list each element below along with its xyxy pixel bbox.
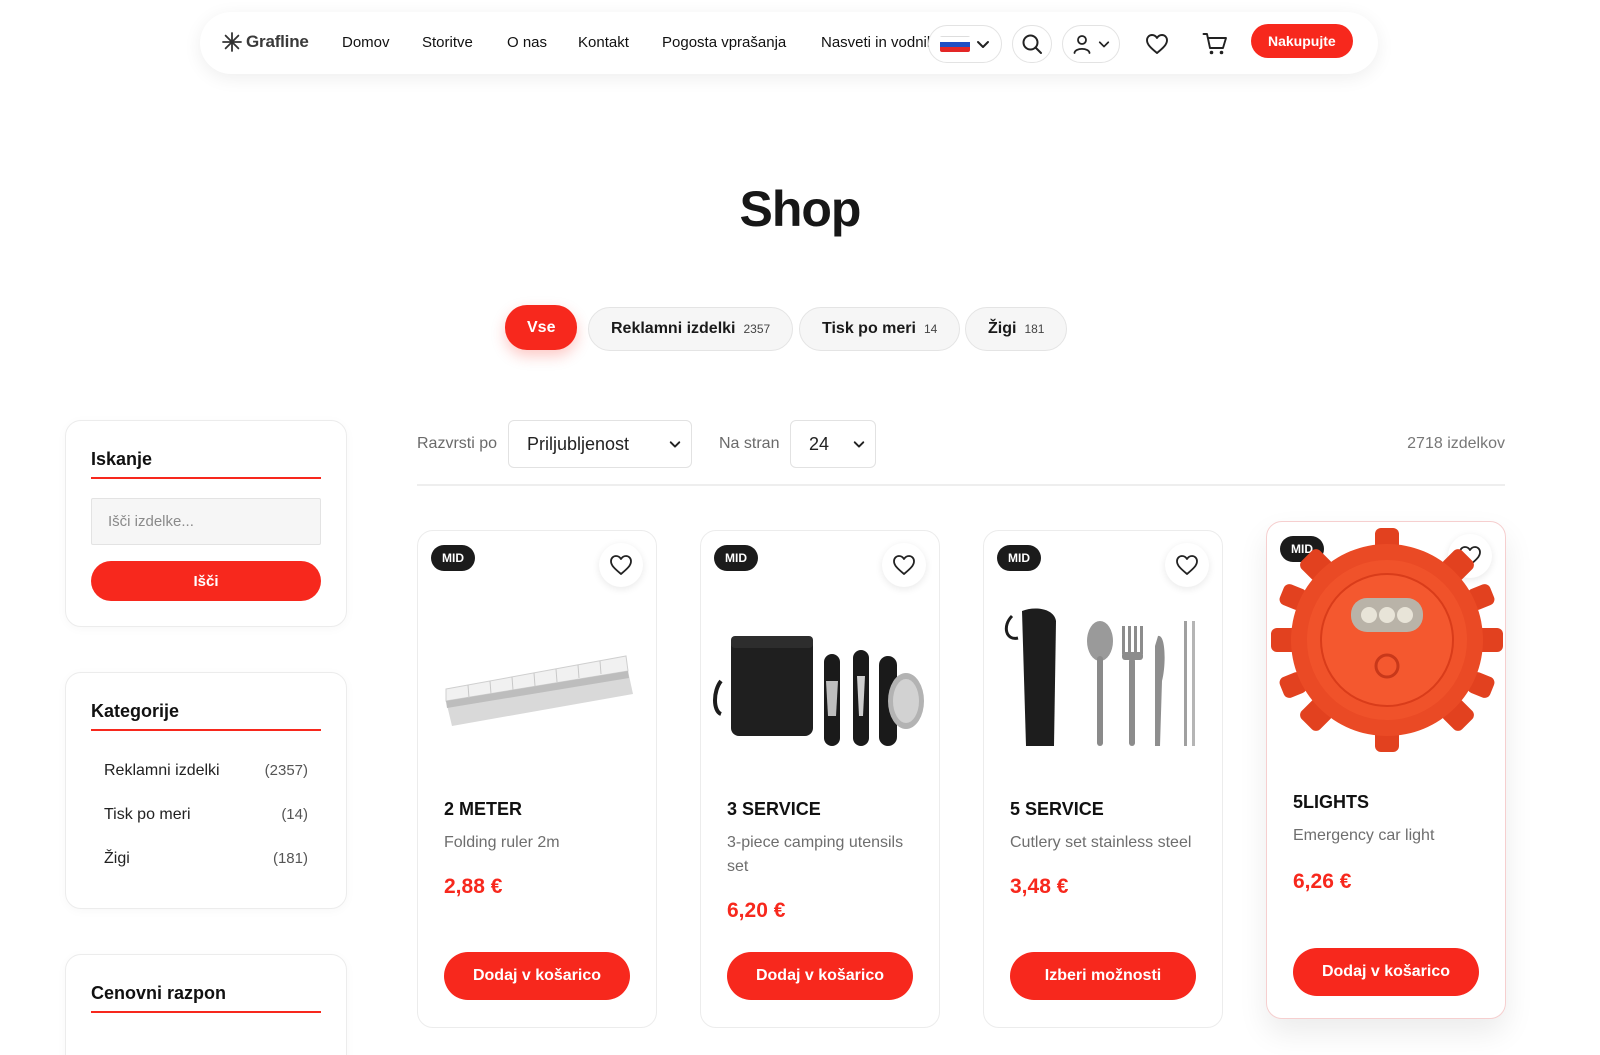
per-page-select[interactable]: 24: [790, 420, 876, 468]
product-badge: MID: [431, 545, 475, 571]
account-menu[interactable]: [1062, 25, 1120, 63]
per-page-label: Na stran: [719, 435, 780, 452]
per-page-value: 24: [809, 433, 830, 454]
nav-link-nasveti[interactable]: Nasveti in vodniki: [821, 34, 938, 51]
search-submit-button[interactable]: Išči: [91, 561, 321, 601]
brand-name: Grafline: [246, 32, 309, 51]
product-price: 6,26 €: [1293, 870, 1352, 893]
tab-reklamni-izdelki[interactable]: Reklamni izdelki 2357: [588, 307, 794, 351]
add-to-wishlist-button[interactable]: [599, 543, 643, 587]
add-to-wishlist-button[interactable]: [1165, 543, 1209, 587]
title-underline: [91, 1011, 321, 1013]
toolbar-divider: [417, 484, 1505, 486]
chevron-down-icon: [669, 441, 681, 448]
price-range-title: Cenovni razpon: [91, 983, 227, 1003]
tab-count: 14: [923, 322, 938, 336]
wishlist-button[interactable]: [1144, 31, 1170, 57]
sort-value: Priljubljenost: [527, 433, 630, 454]
cart-icon: [1202, 33, 1227, 55]
tab-zigi[interactable]: Žigi 181: [965, 307, 1068, 351]
slovenia-flag-icon: [940, 36, 970, 52]
category-item-reklamni[interactable]: Reklamni izdelki (2357): [104, 762, 308, 780]
title-underline: [91, 729, 321, 731]
product-name[interactable]: 5 SERVICE: [1010, 799, 1104, 820]
category-count: (181): [272, 850, 308, 867]
product-card[interactable]: MID 5 SERVICE Cutlery set stainless stee…: [983, 530, 1223, 1028]
user-icon: [1073, 35, 1091, 54]
search-widget: Iskanje Išči: [65, 420, 347, 627]
cart-button[interactable]: [1202, 31, 1228, 57]
categories-widget-title: Kategorije: [91, 701, 180, 721]
category-label: Reklamni izdelki: [104, 762, 220, 779]
page-title: Shop: [739, 181, 862, 237]
product-badge: MID: [997, 545, 1041, 571]
nav-link-faq[interactable]: Pogosta vprašanja: [662, 34, 786, 51]
tab-label: Vse: [527, 318, 556, 336]
language-switcher[interactable]: [928, 25, 1002, 63]
product-description: Folding ruler 2m: [444, 834, 560, 851]
category-label: Tisk po meri: [104, 806, 191, 823]
tab-all[interactable]: Vse: [505, 305, 578, 350]
select-options-button[interactable]: Izberi možnosti: [1010, 952, 1196, 1000]
product-description: Emergency car light: [1293, 827, 1435, 844]
folding-ruler-image: [445, 655, 633, 726]
chevron-down-icon: [977, 41, 989, 48]
camping-utensils-image: [713, 636, 924, 746]
cutlery-set-image: [1004, 608, 1195, 746]
add-to-cart-button[interactable]: Dodaj v košarico: [727, 952, 913, 1000]
categories-widget: Kategorije Reklamni izdelki (2357) Tisk …: [65, 672, 347, 909]
heart-icon: [610, 555, 632, 575]
tab-count: 181: [1024, 322, 1045, 336]
product-badge: MID: [714, 545, 758, 571]
product-name[interactable]: 3 SERVICE: [727, 799, 821, 820]
add-to-cart-button[interactable]: Dodaj v košarico: [444, 952, 630, 1000]
title-underline: [91, 477, 321, 479]
product-price: 2,88 €: [444, 875, 503, 898]
heart-icon: [1176, 555, 1198, 575]
heart-icon: [893, 555, 915, 575]
product-name[interactable]: 5LIGHTS: [1293, 792, 1369, 813]
product-description: 3-piece camping utensils set: [727, 834, 904, 875]
product-price: 3,48 €: [1010, 875, 1069, 898]
category-item-tisk[interactable]: Tisk po meri (14): [104, 806, 308, 824]
shop-now-button[interactable]: Nakupujte: [1251, 24, 1353, 58]
search-widget-title: Iskanje: [91, 449, 153, 469]
add-to-wishlist-button[interactable]: [882, 543, 926, 587]
nav-link-domov[interactable]: Domov: [342, 34, 390, 51]
brand-logo[interactable]: Grafline: [222, 32, 309, 52]
category-count: (14): [281, 806, 308, 823]
product-name[interactable]: 2 METER: [444, 799, 522, 820]
category-label: Žigi: [104, 850, 130, 867]
tab-count: 2357: [743, 322, 771, 336]
product-price: 6,20 €: [727, 899, 786, 922]
nav-link-kontakt[interactable]: Kontakt: [578, 34, 629, 51]
heart-icon: [1146, 34, 1168, 54]
category-item-zigi[interactable]: Žigi (181): [104, 850, 308, 868]
tab-label: Žigi: [988, 320, 1017, 337]
product-card[interactable]: MID 3 SERVICE 3-piece camping utensils s…: [700, 530, 940, 1028]
tab-tisk-po-meri[interactable]: Tisk po meri 14: [799, 307, 961, 351]
sort-select[interactable]: Priljubljenost: [508, 420, 692, 468]
nav-link-storitve[interactable]: Storitve: [422, 34, 473, 51]
chevron-down-icon: [1098, 41, 1110, 48]
search-button[interactable]: [1012, 25, 1052, 63]
tab-label: Reklamni izdelki: [611, 320, 736, 337]
emergency-light-image: [1271, 528, 1503, 752]
nav-link-o-nas[interactable]: O nas: [507, 34, 547, 51]
asterisk-logo-icon: [222, 32, 242, 52]
add-to-cart-button[interactable]: Dodaj v košarico: [1293, 948, 1479, 996]
search-icon: [1022, 34, 1042, 54]
sort-label: Razvrsti po: [417, 435, 498, 452]
price-range-widget: Cenovni razpon: [65, 954, 347, 1055]
product-search-input[interactable]: [91, 498, 321, 545]
chevron-down-icon: [853, 441, 865, 448]
tab-label: Tisk po meri: [822, 320, 916, 337]
top-navbar: Grafline Domov Storitve O nas Kontakt Po…: [200, 12, 1378, 74]
category-count: (2357): [264, 762, 308, 779]
product-card[interactable]: MID 5LIGHTS Emergency car light 6,26 € D…: [1266, 521, 1506, 1019]
product-card[interactable]: MID 2 METER Folding ruler 2m 2,88 € Doda…: [417, 530, 657, 1028]
result-count: 2718 izdelkov: [1407, 435, 1505, 452]
product-description: Cutlery set stainless steel: [1010, 834, 1192, 851]
